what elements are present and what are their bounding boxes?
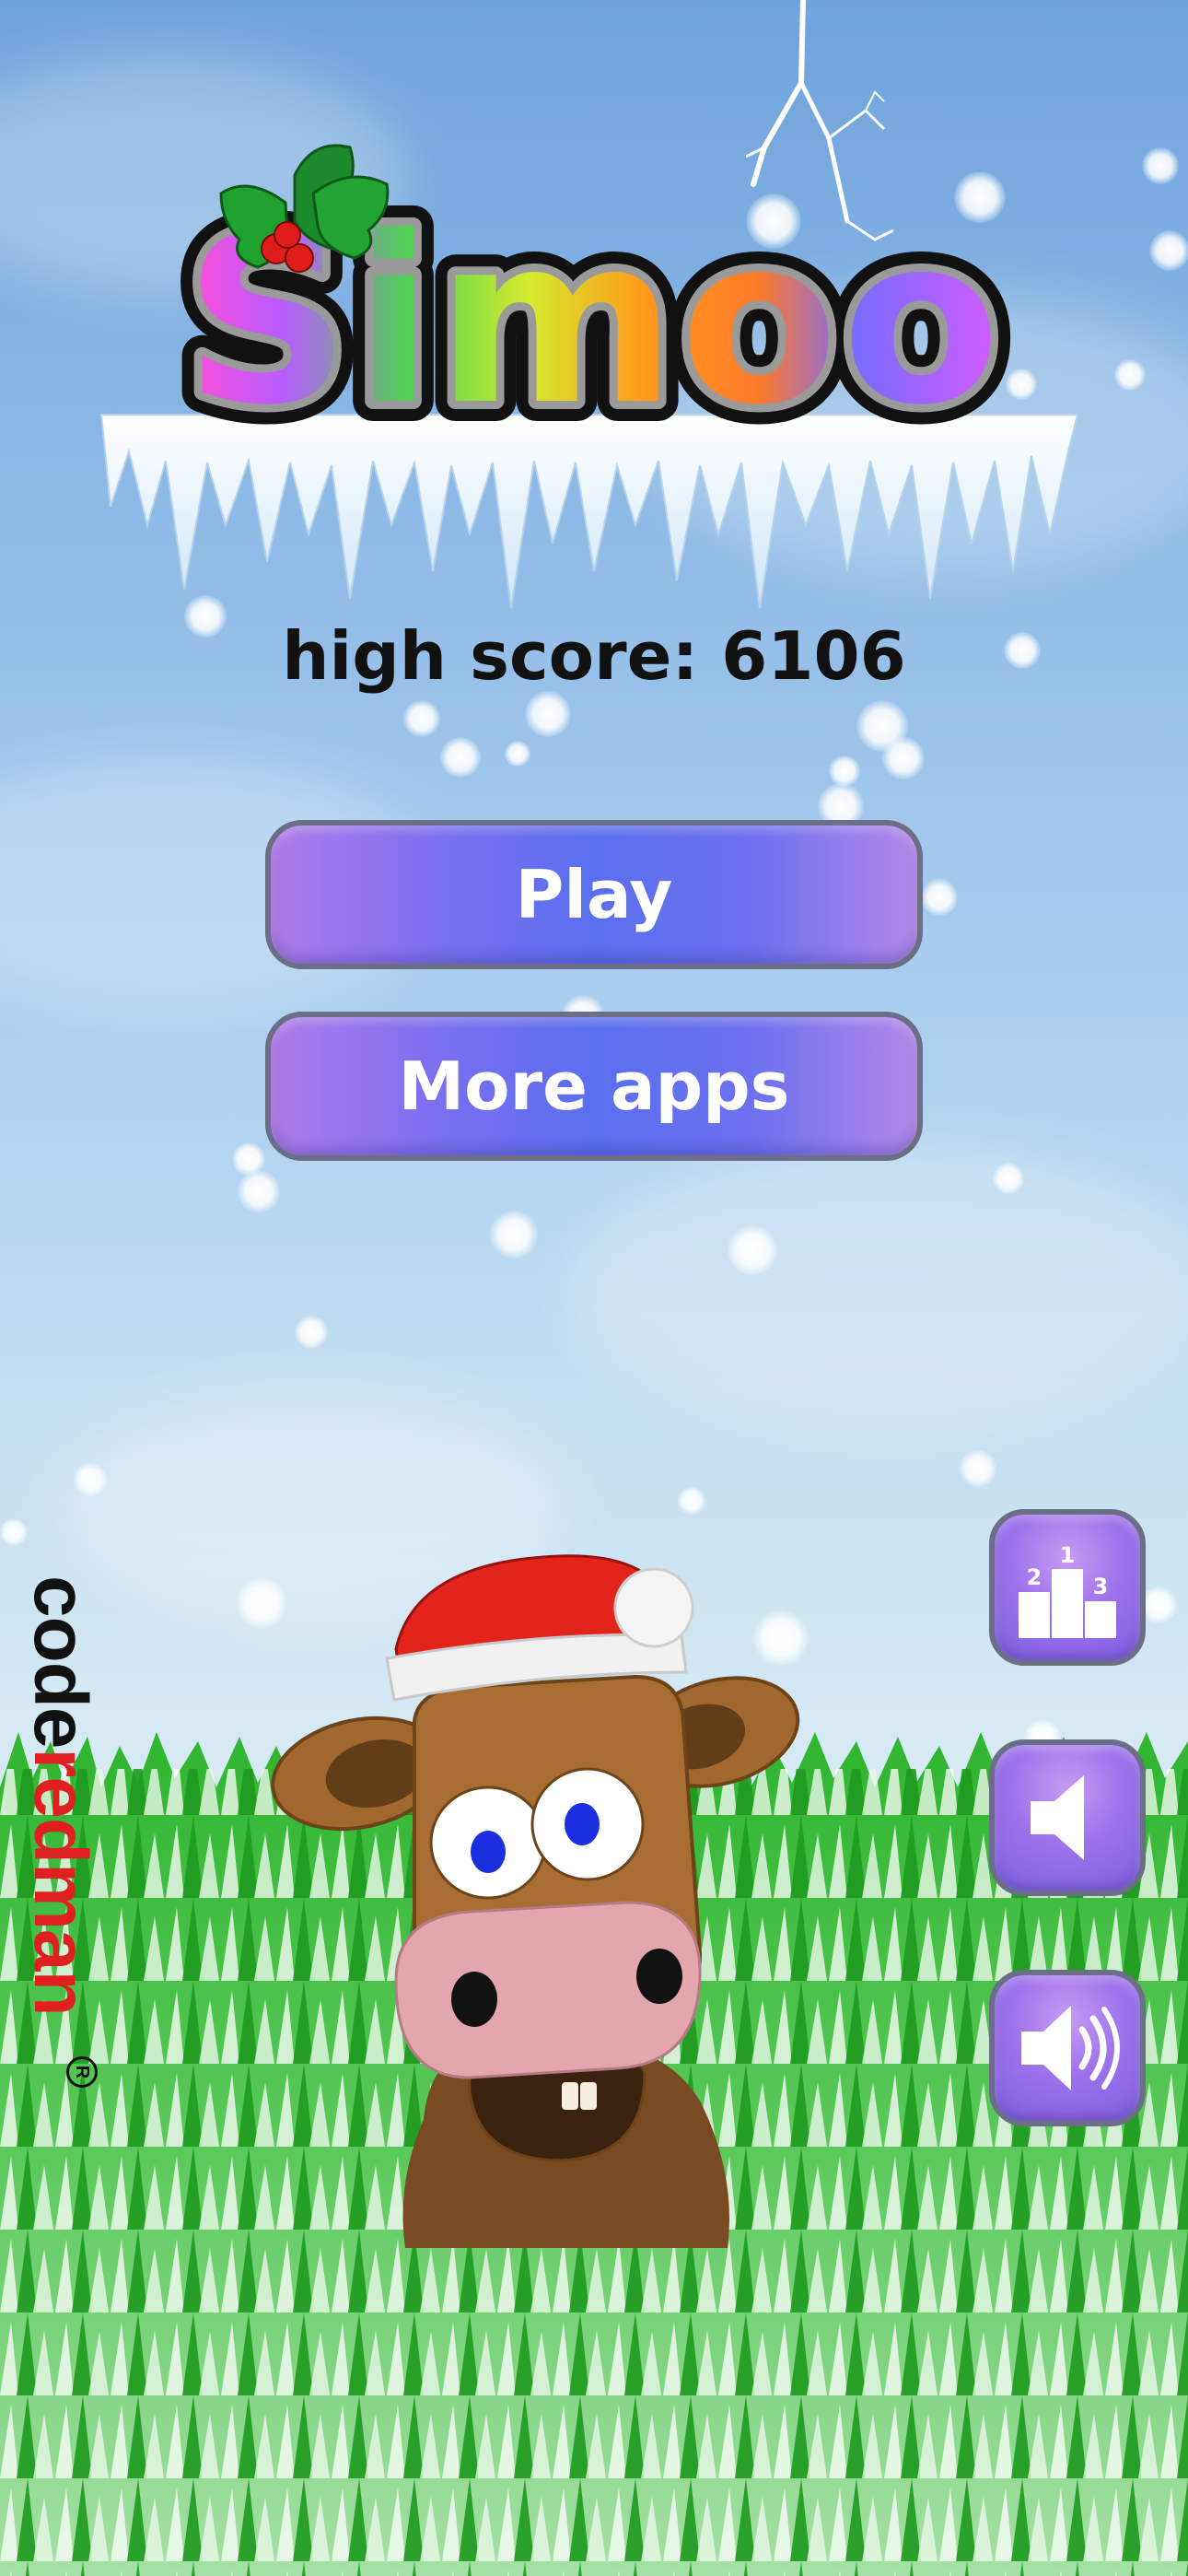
- cloud: [571, 1142, 1188, 1437]
- mute-button[interactable]: [989, 1739, 1146, 1896]
- developer-brand: coderedman: [18, 1575, 109, 2091]
- snowflake: [440, 737, 481, 778]
- cow-character: [267, 1548, 820, 2248]
- snowflake: [490, 1211, 538, 1259]
- snowflake: [403, 700, 440, 737]
- game-logo: Simoo Simoo Simoo: [83, 138, 1105, 654]
- brand-wordmark: coderedman: [17, 1575, 103, 2016]
- snowflake: [993, 1163, 1024, 1194]
- snowflake: [1142, 147, 1179, 184]
- snowflake: [505, 741, 530, 767]
- snowflake: [525, 691, 571, 737]
- sound-button[interactable]: [989, 1970, 1146, 2126]
- svg-text:2: 2: [1027, 1564, 1042, 1590]
- snowflake: [295, 1316, 328, 1349]
- snowflake: [74, 1463, 107, 1496]
- simoo-logo-graphic: Simoo Simoo Simoo: [99, 144, 1079, 609]
- registered-mark: R: [66, 2056, 98, 2088]
- leaderboard-button[interactable]: 2 1 3: [989, 1509, 1146, 1666]
- leaderboard-podium-icon: 2 1 3: [1019, 1542, 1116, 1638]
- svg-text:3: 3: [1093, 1574, 1109, 1599]
- brand-part-redman: redman: [18, 1748, 102, 2016]
- snowflake: [921, 879, 958, 916]
- snowflake: [1149, 230, 1188, 271]
- play-button[interactable]: Play: [265, 820, 923, 969]
- snowflake: [678, 1487, 705, 1515]
- holly-icon: [219, 144, 390, 273]
- snowflake: [238, 1170, 280, 1212]
- high-score-label: high score: 6106: [282, 617, 906, 695]
- snowflake: [960, 1450, 996, 1487]
- cow-graphic: [271, 1554, 800, 2248]
- snowflake: [0, 1518, 28, 1546]
- snowflake: [728, 1225, 777, 1275]
- snowflake: [882, 737, 925, 779]
- svg-text:1: 1: [1060, 1542, 1076, 1568]
- snowflake: [1140, 1587, 1177, 1623]
- speaker-on-icon: [1021, 2006, 1120, 2090]
- snowflake: [829, 755, 860, 787]
- snowflake: [1114, 359, 1146, 391]
- game-scene: Simoo Simoo Simoo high score: 6106 Play …: [0, 0, 1188, 2576]
- speaker-muted-icon: [1031, 1775, 1084, 1860]
- more-apps-button[interactable]: More apps: [265, 1012, 923, 1161]
- brand-part-code: code: [18, 1575, 102, 1749]
